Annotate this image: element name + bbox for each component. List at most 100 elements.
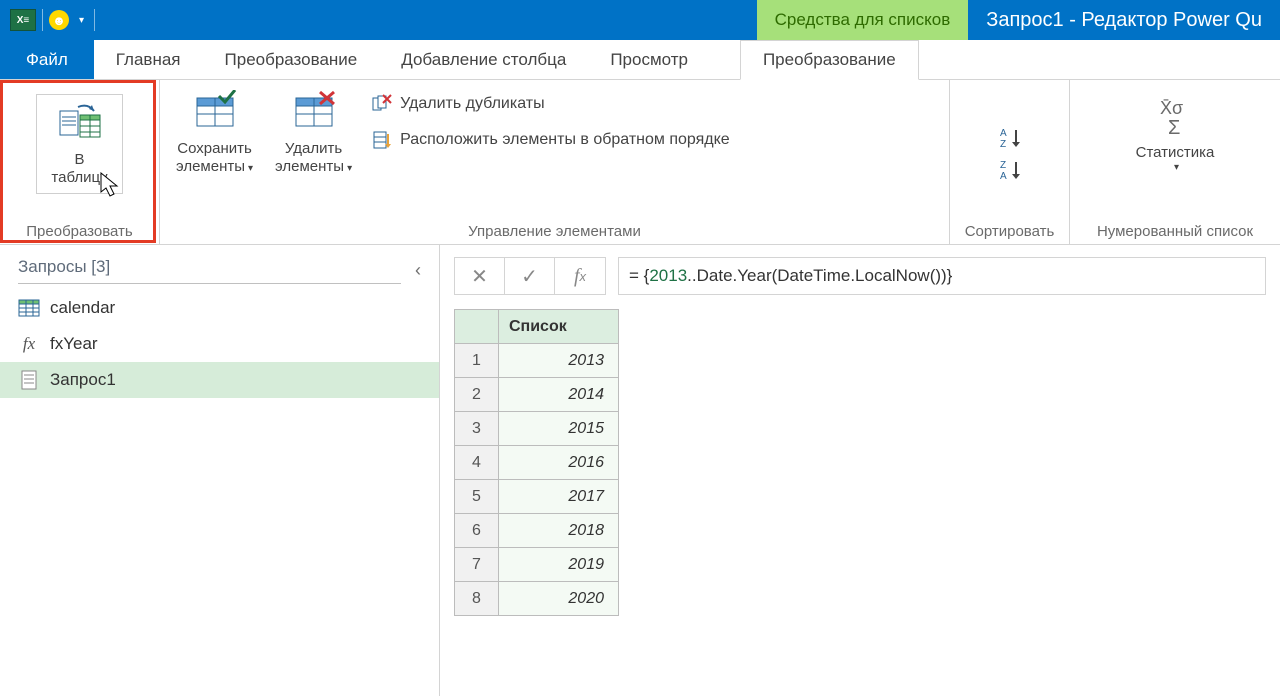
to-table-icon xyxy=(58,101,102,145)
formula-input[interactable]: = {2013..Date.Year(DateTime.LocalNow())} xyxy=(618,257,1266,295)
list-value: 2015 xyxy=(499,412,619,446)
data-pane: ✕ ✓ fx = {2013..Date.Year(DateTime.Local… xyxy=(440,245,1280,696)
query-item-label: calendar xyxy=(50,298,115,318)
statistics-button[interactable]: X̄σ Σ Статистика ▾ xyxy=(1130,94,1221,178)
row-number: 2 xyxy=(455,378,499,412)
check-icon: ✓ xyxy=(521,264,538,289)
list-table: Список 12013 22014 32015 42016 52017 620… xyxy=(454,309,619,616)
table-row[interactable]: 62018 xyxy=(455,514,619,548)
reverse-elements-label: Расположить элементы в обратном порядке xyxy=(400,131,730,149)
chevron-down-icon: ▾ xyxy=(248,163,253,174)
workspace: Запросы [3] ‹ calendar fx fxYear Запрос1… xyxy=(0,245,1280,696)
ribbon-group-convert: В таблицу Преобразовать xyxy=(0,80,160,244)
table-row[interactable]: 42016 xyxy=(455,446,619,480)
ribbon-group-manage-label: Управление элементами xyxy=(170,219,939,242)
remove-elements-label-2: элементы▾ xyxy=(275,158,352,176)
keep-elements-button[interactable]: Сохранить элементы▾ xyxy=(170,86,259,180)
chevron-down-icon: ▾ xyxy=(347,163,352,174)
formula-rest: ..Date.Year(DateTime.LocalNow())} xyxy=(687,266,952,286)
tab-add-column[interactable]: Добавление столбца xyxy=(379,40,588,79)
context-tab-title: Средства для списков xyxy=(757,0,969,40)
remove-elements-label-1: Удалить xyxy=(285,140,342,158)
qat-dropdown-icon[interactable]: ▾ xyxy=(75,15,88,26)
remove-duplicates-button[interactable]: Удалить дубликаты xyxy=(368,90,734,118)
ribbon-group-convert-label: Преобразовать xyxy=(10,219,149,242)
row-number: 7 xyxy=(455,548,499,582)
svg-text:A: A xyxy=(1000,128,1007,139)
query-item-label: fxYear xyxy=(50,334,98,354)
table-row[interactable]: 22014 xyxy=(455,378,619,412)
smiley-icon[interactable]: ☻ xyxy=(49,10,69,30)
window-title: Запрос1 - Редактор Power Qu xyxy=(968,0,1280,40)
table-row[interactable]: 32015 xyxy=(455,412,619,446)
table-row[interactable]: 12013 xyxy=(455,344,619,378)
formula-number: 2013 xyxy=(649,266,687,286)
sort-desc-button[interactable]: ZA xyxy=(998,157,1022,181)
list-value: 2013 xyxy=(499,344,619,378)
row-number-header[interactable] xyxy=(455,310,499,344)
list-value: 2014 xyxy=(499,378,619,412)
formula-fx-button[interactable]: fx xyxy=(555,258,605,294)
sort-asc-button[interactable]: AZ xyxy=(998,125,1022,149)
queries-header-label: Запросы [3] xyxy=(18,257,401,284)
statistics-icon: X̄σ Σ xyxy=(1150,98,1200,138)
table-row[interactable]: 52017 xyxy=(455,480,619,514)
remove-elements-button[interactable]: Удалить элементы▾ xyxy=(269,86,358,180)
table-row[interactable]: 72019 xyxy=(455,548,619,582)
qat-separator xyxy=(42,9,43,31)
sort-asc-icon: AZ xyxy=(1000,127,1020,147)
svg-text:Z: Z xyxy=(1000,139,1006,149)
to-table-label-2: таблицу xyxy=(51,169,107,187)
keep-elements-label-1: Сохранить xyxy=(177,140,252,158)
tab-home[interactable]: Главная xyxy=(94,40,203,79)
formula-bar: ✕ ✓ fx = {2013..Date.Year(DateTime.Local… xyxy=(454,257,1266,295)
svg-text:Σ: Σ xyxy=(1168,117,1180,138)
sort-desc-icon: ZA xyxy=(1000,159,1020,179)
remove-duplicates-label: Удалить дубликаты xyxy=(400,95,545,113)
tab-view[interactable]: Просмотр xyxy=(588,40,710,79)
titlebar: X≡ ☻ ▾ Средства для списков Запрос1 - Ре… xyxy=(0,0,1280,40)
list-value: 2020 xyxy=(499,582,619,616)
list-value: 2019 xyxy=(499,548,619,582)
ribbon-group-numeric: X̄σ Σ Статистика ▾ Нумерованный список xyxy=(1070,80,1280,244)
svg-text:Z: Z xyxy=(1000,160,1006,171)
keep-elements-label-2: элементы▾ xyxy=(176,158,253,176)
collapse-pane-icon[interactable]: ‹ xyxy=(401,260,421,281)
query-item-fxyear[interactable]: fx fxYear xyxy=(0,326,439,362)
query-item-calendar[interactable]: calendar xyxy=(0,290,439,326)
svg-text:A: A xyxy=(1000,171,1007,181)
ribbon-group-manage-elements: Сохранить элементы▾ Удалить элементы▾ xyxy=(160,80,950,244)
tab-context-transform[interactable]: Преобразование xyxy=(740,40,919,80)
query-item-label: Запрос1 xyxy=(50,370,116,390)
formula-cancel-button[interactable]: ✕ xyxy=(455,258,505,294)
table-row[interactable]: 82020 xyxy=(455,582,619,616)
svg-text:X̄σ: X̄σ xyxy=(1160,98,1183,118)
row-number: 6 xyxy=(455,514,499,548)
reverse-icon xyxy=(372,130,392,150)
to-table-button[interactable]: В таблицу xyxy=(36,94,122,194)
remove-duplicates-icon xyxy=(372,94,392,114)
statistics-label: Статистика xyxy=(1136,144,1215,162)
chevron-down-icon: ▾ xyxy=(1174,162,1179,174)
list-value: 2017 xyxy=(499,480,619,514)
formula-confirm-button[interactable]: ✓ xyxy=(505,258,555,294)
ribbon-group-numeric-label: Нумерованный список xyxy=(1080,219,1270,242)
qat-separator-2 xyxy=(94,9,95,31)
tab-transform[interactable]: Преобразование xyxy=(203,40,380,79)
tab-file[interactable]: Файл xyxy=(0,40,94,79)
list-value: 2016 xyxy=(499,446,619,480)
excel-icon: X≡ xyxy=(10,9,36,31)
list-column-header[interactable]: Список xyxy=(499,310,619,344)
ribbon-group-sort: AZ ZA Сортировать xyxy=(950,80,1070,244)
remove-elements-icon xyxy=(292,90,336,134)
ribbon-tabs: Файл Главная Преобразование Добавление с… xyxy=(0,40,1280,80)
list-value: 2018 xyxy=(499,514,619,548)
row-number: 4 xyxy=(455,446,499,480)
keep-elements-icon xyxy=(193,90,237,134)
quick-access-toolbar: X≡ ☻ ▾ xyxy=(0,0,105,40)
ribbon: В таблицу Преобразовать Сохранить xyxy=(0,80,1280,245)
query-item-zapros1[interactable]: Запрос1 xyxy=(0,362,439,398)
reverse-elements-button[interactable]: Расположить элементы в обратном порядке xyxy=(368,126,734,154)
formula-bar-buttons: ✕ ✓ fx xyxy=(454,257,606,295)
row-number: 5 xyxy=(455,480,499,514)
